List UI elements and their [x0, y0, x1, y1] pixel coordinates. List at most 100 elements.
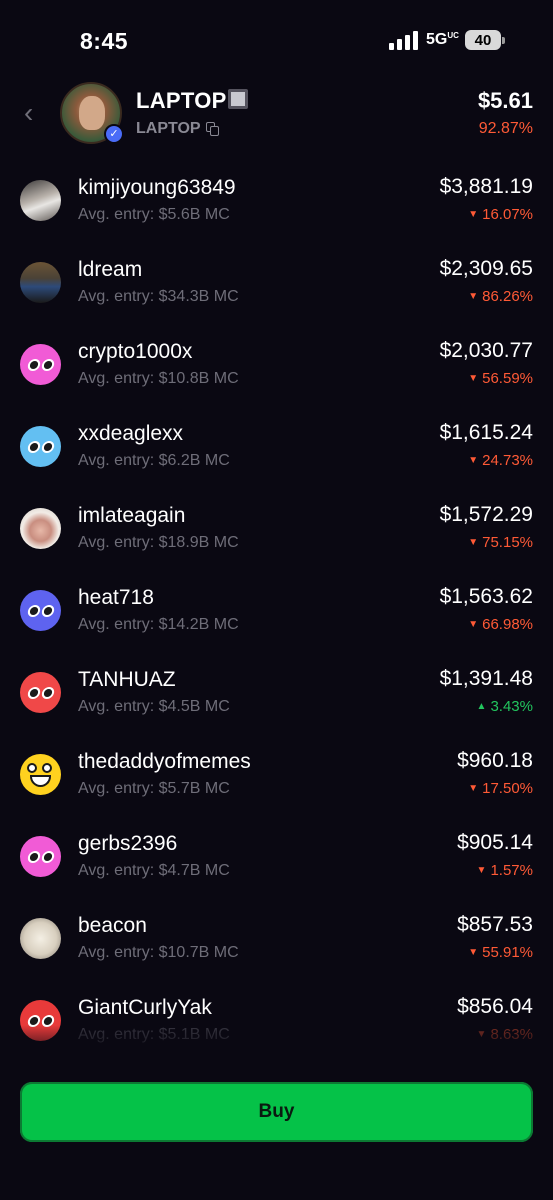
holder-amount: $857.53 [457, 913, 533, 936]
laughing-emoji-avatar-icon [20, 754, 61, 795]
token-name: LAPTOP [136, 88, 227, 113]
holder-change: ▼ 66.98% [468, 616, 533, 633]
holder-row[interactable]: xxdeaglexx Avg. entry: $6.2B MC $1,615.24 ▼… [0, 406, 553, 488]
token-change: 92.87% [478, 120, 533, 137]
token-price: $5.61 [477, 88, 533, 113]
triangle-down-icon: ▼ [468, 619, 479, 630]
triangle-down-icon: ▼ [468, 783, 479, 794]
holder-change-value: 86.26% [482, 288, 533, 305]
holder-amount: $960.18 [457, 749, 533, 772]
list-fade [0, 1025, 553, 1055]
logo-avatar-icon [20, 672, 61, 713]
user-avatar [20, 262, 61, 303]
holder-name: heat718 [78, 586, 154, 609]
back-chevron-icon[interactable]: ‹ [24, 98, 46, 128]
holder-amount: $856.04 [457, 995, 533, 1018]
triangle-down-icon: ▼ [468, 455, 479, 466]
holder-name: gerbs2396 [78, 832, 178, 855]
status-bar: 8:45 5GUC 40 [0, 0, 553, 80]
holder-change: ▼ 55.91% [468, 944, 533, 961]
holder-avg-entry: Avg. entry: $10.7B MC [78, 944, 239, 961]
holder-amount: $2,309.65 [439, 257, 533, 280]
holder-change: ▼ 24.73% [468, 452, 533, 469]
holder-change: ▼ 75.15% [468, 534, 533, 551]
holder-row[interactable]: heat718 Avg. entry: $14.2B MC $1,563.62 ▼ 66… [0, 570, 553, 652]
holder-amount: $1,615.24 [439, 421, 533, 444]
holder-avg-entry: Avg. entry: $18.9B MC [78, 534, 239, 551]
holder-amount: $905.14 [457, 831, 533, 854]
holder-change-value: 16.07% [482, 206, 533, 223]
network-sup: UC [447, 31, 459, 40]
status-time: 8:45 [80, 28, 129, 54]
holder-name: crypto1000x [78, 340, 193, 363]
token-avatar-face [79, 96, 105, 130]
logo-avatar-icon [20, 836, 61, 877]
holder-name: beacon [78, 914, 147, 937]
flag-icon [228, 89, 248, 109]
holder-name: kimjiyoung63849 [78, 176, 236, 199]
copy-icon[interactable] [206, 122, 220, 136]
user-avatar [20, 918, 61, 959]
holder-change-value: 17.50% [482, 780, 533, 797]
triangle-down-icon: ▼ [476, 865, 487, 876]
holder-amount: $2,030.77 [439, 339, 533, 362]
holder-row[interactable]: crypto1000x Avg. entry: $10.8B MC $2,030.7… [0, 324, 553, 406]
holder-row[interactable]: beacon Avg. entry: $10.7B MC $857.53 ▼ 55.91… [0, 898, 553, 980]
signal-icon [389, 30, 419, 50]
holder-avg-entry: Avg. entry: $6.2B MC [78, 452, 230, 469]
holder-avg-entry: Avg. entry: $4.7B MC [78, 862, 230, 879]
network-indicator: 5GUC [426, 31, 459, 49]
holder-avg-entry: Avg. entry: $14.2B MC [78, 616, 239, 633]
verified-check-icon: ✓ [104, 124, 124, 144]
holder-name: thedaddyofmemes [78, 750, 251, 773]
triangle-down-icon: ▼ [468, 537, 479, 548]
holder-avg-entry: Avg. entry: $10.8B MC [78, 370, 239, 387]
holder-avg-entry: Avg. entry: $5.6B MC [78, 206, 230, 223]
holder-row[interactable]: thedaddyofmemes Avg. entry: $5.7B MC $960.… [0, 734, 553, 816]
logo-avatar-icon [20, 344, 61, 385]
holder-row[interactable]: gerbs2396 Avg. entry: $4.7B MC $905.14 ▼ 1.5… [0, 816, 553, 898]
buy-button[interactable]: Buy [20, 1082, 533, 1142]
holder-row[interactable]: ldream Avg. entry: $34.3B MC $2,309.65 ▼ 86.… [0, 242, 553, 324]
holder-change: ▼ 86.26% [468, 288, 533, 305]
holder-change: ▼ 16.07% [468, 206, 533, 223]
network-label: 5G [426, 31, 448, 48]
holder-row[interactable]: kimjiyoung63849 Avg. entry: $5.6B MC $3,88… [0, 160, 553, 242]
token-ticker: LAPTOP [136, 120, 201, 137]
user-avatar [20, 180, 61, 221]
holder-change-value: 24.73% [482, 452, 533, 469]
holder-avg-entry: Avg. entry: $4.5B MC [78, 698, 230, 715]
holder-name: GiantCurlyYak [78, 996, 212, 1019]
holder-amount: $1,391.48 [439, 667, 533, 690]
holder-avg-entry: Avg. entry: $34.3B MC [78, 288, 239, 305]
holder-change-value: 55.91% [482, 944, 533, 961]
battery-level: 40 [474, 31, 492, 49]
holder-change: ▼ 56.59% [468, 370, 533, 387]
battery-icon: 40 [465, 30, 505, 50]
holder-change-value: 56.59% [482, 370, 533, 387]
holder-amount: $3,881.19 [439, 175, 533, 198]
holder-avg-entry: Avg. entry: $5.7B MC [78, 780, 230, 797]
user-avatar [20, 508, 61, 549]
holder-change-value: 1.57% [490, 862, 533, 879]
holder-name: xxdeaglexx [78, 422, 184, 445]
holder-row[interactable]: imlateagain Avg. entry: $18.9B MC $1,572.2… [0, 488, 553, 570]
logo-avatar-icon [20, 426, 61, 467]
holder-change-value: 3.43% [490, 698, 533, 715]
holder-change-value: 75.15% [482, 534, 533, 551]
holder-change: ▲ 3.43% [477, 698, 533, 715]
holder-change: ▼ 1.57% [477, 862, 533, 879]
holder-row[interactable]: TANHUAZ Avg. entry: $4.5B MC $1,391.48 ▲ 3.4… [0, 652, 553, 734]
triangle-down-icon: ▼ [468, 291, 479, 302]
triangle-down-icon: ▼ [468, 209, 479, 220]
triangle-down-icon: ▼ [468, 947, 479, 958]
holder-name: ldream [78, 258, 143, 281]
holder-change: ▼ 17.50% [468, 780, 533, 797]
holder-amount: $1,572.29 [439, 503, 533, 526]
holder-name: TANHUAZ [78, 668, 176, 691]
holder-amount: $1,563.62 [439, 585, 533, 608]
holder-change-value: 66.98% [482, 616, 533, 633]
triangle-up-icon: ▲ [476, 701, 487, 712]
triangle-down-icon: ▼ [468, 373, 479, 384]
holder-name: imlateagain [78, 504, 186, 527]
